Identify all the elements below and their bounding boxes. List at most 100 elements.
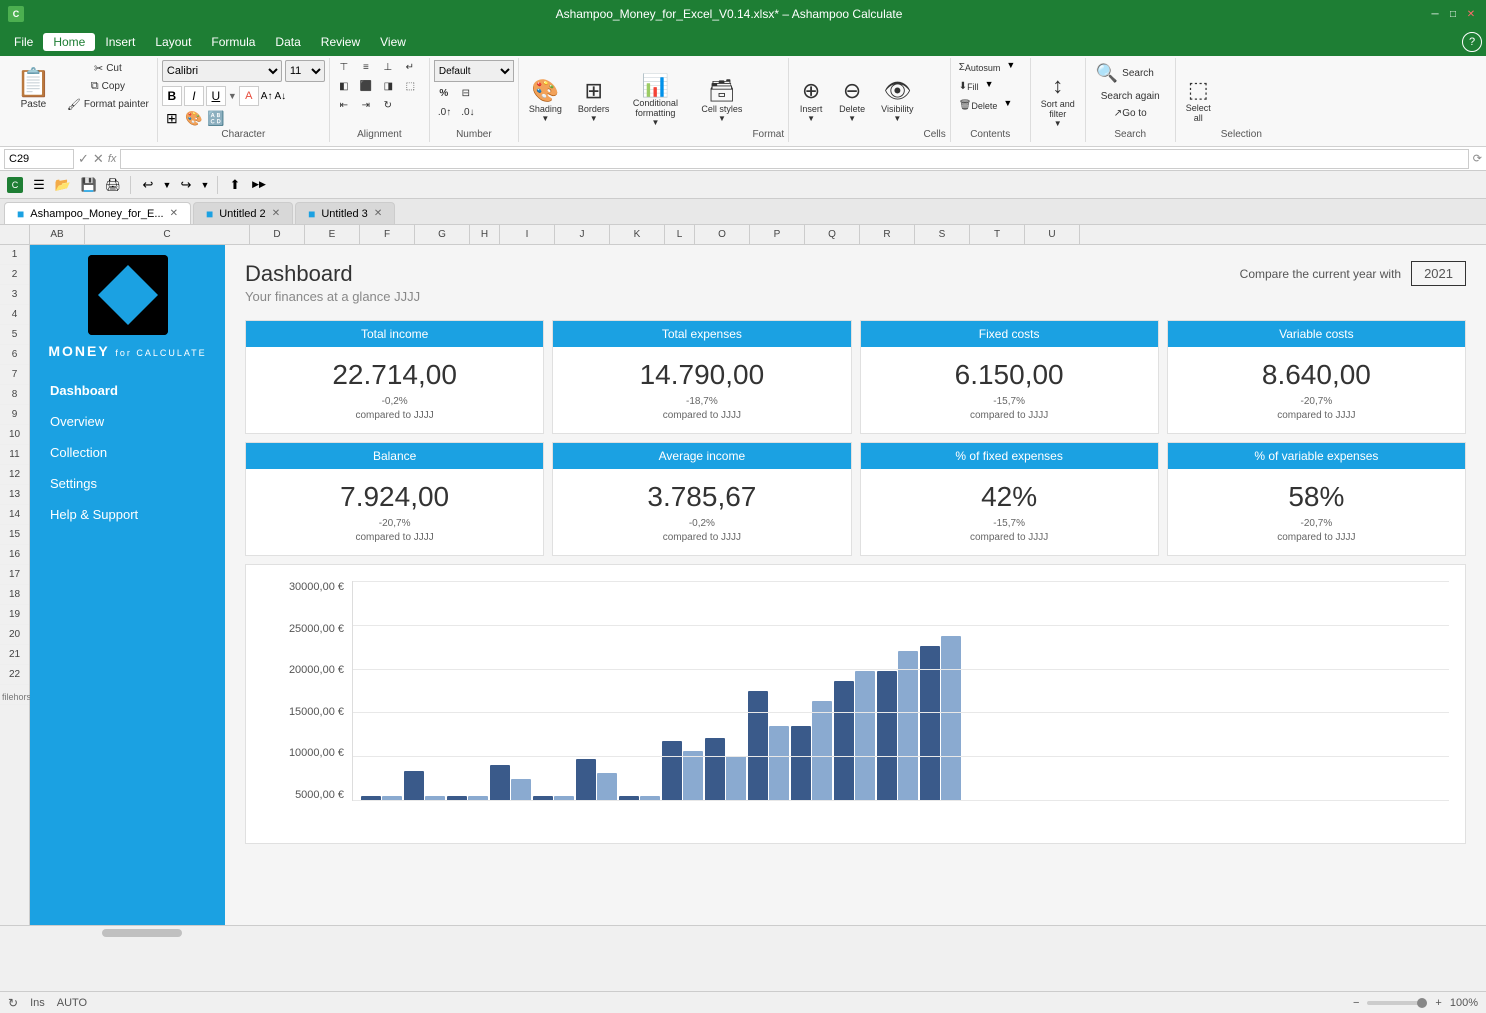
fill-color-button[interactable]: 🎨: [184, 110, 204, 127]
indent-decrease-button[interactable]: ⇤: [334, 98, 354, 113]
zoom-out-icon[interactable]: −: [1353, 997, 1359, 1009]
menu-formula[interactable]: Formula: [201, 33, 265, 51]
indent-increase-button[interactable]: ⇥: [356, 98, 376, 113]
number-format-select[interactable]: Default: [434, 60, 514, 82]
sidebar-item-overview[interactable]: Overview: [30, 406, 225, 437]
font-grow-button[interactable]: A↑: [261, 91, 273, 102]
macro-button[interactable]: ▶▶: [248, 174, 270, 196]
insert-button[interactable]: ⊕ Insert ▼: [793, 60, 829, 140]
rotate-button[interactable]: ↻: [378, 98, 398, 113]
goto-button[interactable]: ↗ Go to: [1090, 106, 1171, 121]
row-6[interactable]: 6: [0, 345, 29, 365]
copy-button[interactable]: ⧉ Copy: [63, 78, 153, 95]
menu-layout[interactable]: Layout: [145, 33, 201, 51]
print-button[interactable]: 🖨: [102, 174, 124, 196]
row-11[interactable]: 11: [0, 445, 29, 465]
menu-home[interactable]: Home: [43, 33, 95, 51]
row-20[interactable]: 20: [0, 625, 29, 645]
italic-button[interactable]: I: [184, 86, 204, 106]
help-button[interactable]: ?: [1462, 32, 1482, 52]
tab-untitled2[interactable]: ■ Untitled 2 ✕: [193, 202, 293, 224]
col-header-u[interactable]: U: [1025, 225, 1080, 244]
dec-decrease-button[interactable]: .0↓: [457, 105, 478, 120]
open-button[interactable]: 📂: [52, 174, 74, 196]
col-header-o[interactable]: O: [695, 225, 750, 244]
sidebar-item-settings[interactable]: Settings: [30, 468, 225, 499]
scrollbar-thumb[interactable]: [102, 929, 182, 937]
col-header-h[interactable]: H: [470, 225, 500, 244]
maximize-button[interactable]: □: [1446, 7, 1460, 21]
row-10[interactable]: 10: [0, 425, 29, 445]
shading-button[interactable]: 🎨 Shading ▼: [523, 60, 568, 140]
delete-contents-button[interactable]: 🗑 Delete: [955, 98, 1002, 113]
row-15[interactable]: 15: [0, 525, 29, 545]
visibility-button[interactable]: 👁 Visibility ▼: [875, 60, 919, 140]
tab-ashampoo[interactable]: ■ Ashampoo_Money_for_E... ✕: [4, 202, 191, 224]
search-again-button[interactable]: Search again: [1090, 89, 1171, 104]
undo-button[interactable]: ↩: [137, 174, 159, 196]
row-23[interactable]: filehorse.com: [0, 685, 29, 705]
delete-contents-dropdown[interactable]: ▼: [1003, 98, 1012, 113]
col-header-d[interactable]: D: [250, 225, 305, 244]
borders-button[interactable]: ⊞ Borders ▼: [572, 60, 616, 140]
align-left-button[interactable]: ◧: [334, 79, 354, 94]
font-name-select[interactable]: Calibri: [162, 60, 282, 82]
autosum-button[interactable]: Σ Autosum: [955, 60, 1005, 75]
zoom-slider[interactable]: [1367, 1001, 1427, 1005]
delete-button[interactable]: ⊖ Delete ▼: [833, 60, 871, 140]
row-8[interactable]: 8: [0, 385, 29, 405]
percent-button[interactable]: %: [434, 86, 454, 101]
sidebar-item-help[interactable]: Help & Support: [30, 499, 225, 530]
bold-button[interactable]: B: [162, 86, 182, 106]
col-header-r[interactable]: R: [860, 225, 915, 244]
col-header-s[interactable]: S: [915, 225, 970, 244]
formula-input[interactable]: [120, 149, 1468, 169]
row-14[interactable]: 14: [0, 505, 29, 525]
menu-data[interactable]: Data: [265, 33, 310, 51]
align-center-button[interactable]: ⬛: [356, 79, 376, 94]
function-icon[interactable]: fx: [108, 153, 117, 165]
col-header-q[interactable]: Q: [805, 225, 860, 244]
compare-year-box[interactable]: 2021: [1411, 261, 1466, 286]
col-header-t[interactable]: T: [970, 225, 1025, 244]
row-3[interactable]: 3: [0, 285, 29, 305]
close-button[interactable]: ✕: [1464, 7, 1478, 21]
fill-button[interactable]: ⬇ Fill: [955, 79, 983, 94]
row-7[interactable]: 7: [0, 365, 29, 385]
font-size-select[interactable]: 11: [285, 60, 325, 82]
autosum-dropdown[interactable]: ▼: [1006, 60, 1015, 75]
col-header-j[interactable]: J: [555, 225, 610, 244]
cut-button[interactable]: ✂ Cut: [63, 60, 153, 77]
row-18[interactable]: 18: [0, 585, 29, 605]
borders-quick-button[interactable]: ⊞: [162, 110, 182, 127]
menu-insert[interactable]: Insert: [95, 33, 145, 51]
sidebar-item-collection[interactable]: Collection: [30, 437, 225, 468]
row-16[interactable]: 16: [0, 545, 29, 565]
align-middle-button[interactable]: ≡: [356, 60, 376, 75]
col-header-p[interactable]: P: [750, 225, 805, 244]
tab-untitled3[interactable]: ■ Untitled 3 ✕: [295, 202, 395, 224]
col-header-k[interactable]: K: [610, 225, 665, 244]
minimize-button[interactable]: ─: [1428, 7, 1442, 21]
row-13[interactable]: 13: [0, 485, 29, 505]
sort-filter-button[interactable]: ↕ Sort andfilter ▼: [1035, 60, 1081, 140]
row-4[interactable]: 4: [0, 305, 29, 325]
menu-file[interactable]: File: [4, 33, 43, 51]
new-button[interactable]: ☰: [28, 174, 50, 196]
formula-cancel-icon[interactable]: ✕: [93, 151, 104, 167]
redo-button[interactable]: ↪: [175, 174, 197, 196]
row-17[interactable]: 17: [0, 565, 29, 585]
search-button[interactable]: 🔍 Search: [1090, 60, 1171, 87]
font-shrink-button[interactable]: A↓: [274, 91, 286, 102]
row-5[interactable]: 5: [0, 325, 29, 345]
align-top-button[interactable]: ⊤: [334, 60, 354, 75]
tab-close-ashampoo[interactable]: ✕: [170, 208, 178, 219]
font-color-button[interactable]: A: [239, 86, 259, 106]
align-right-button[interactable]: ◨: [378, 79, 398, 94]
menu-view[interactable]: View: [370, 33, 416, 51]
zoom-in-icon[interactable]: +: [1435, 997, 1441, 1009]
col-header-i[interactable]: I: [500, 225, 555, 244]
thousand-sep-button[interactable]: ⊟: [456, 86, 476, 101]
format-painter-button[interactable]: 🖌 Format painter: [63, 96, 153, 113]
cell-styles-button[interactable]: 🗃 Cell styles ▼: [695, 60, 748, 140]
